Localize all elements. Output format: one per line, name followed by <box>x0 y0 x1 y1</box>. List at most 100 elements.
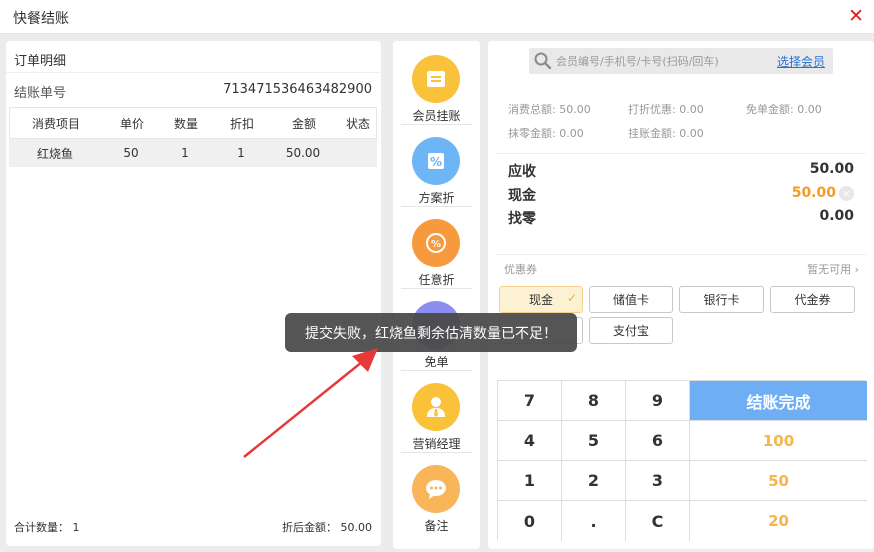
change-label: 找零 <box>508 211 536 227</box>
pay-method-label: 储值卡 <box>612 293 649 307</box>
column-header: 折扣 <box>229 116 254 131</box>
key-5[interactable]: 5 <box>562 421 626 461</box>
member-search: 选择会员 <box>529 48 833 74</box>
column-header: 状态 <box>345 116 370 131</box>
select-member-link[interactable]: 选择会员 <box>777 53 825 70</box>
stat-total: 消费总额: 50.00 <box>508 103 591 116</box>
divider <box>496 153 866 154</box>
keypad: 7 8 9 结账完成 4 5 6 100 1 2 3 50 0 . C 20 <box>497 380 867 541</box>
key-dot[interactable]: . <box>562 501 626 541</box>
stat-discount: 打折优惠: 0.00 <box>628 103 704 116</box>
error-toast: 提交失败，红烧鱼剩余估清数量已不足！ <box>285 313 577 352</box>
divider <box>401 288 472 289</box>
divider <box>6 72 381 73</box>
pay-cash-button[interactable]: 现金 ✓ <box>499 286 583 313</box>
pay-bank-card-button[interactable]: 银行卡 <box>679 286 764 313</box>
key-3[interactable]: 3 <box>626 461 690 501</box>
chevron-right-icon: › <box>854 263 859 276</box>
pay-voucher-button[interactable]: 代金券 <box>770 286 855 313</box>
row-qty: 1 <box>181 146 189 160</box>
key-clear[interactable]: C <box>626 501 690 541</box>
stat-rounding: 抹零金额: 0.00 <box>508 127 584 140</box>
cash-label: 现金 <box>508 188 536 204</box>
member-bill-button[interactable]: 会员挂账 <box>393 45 480 125</box>
row-item: 红烧鱼 <box>36 146 73 161</box>
table-header: 消费项目 单价 数量 折扣 金额 状态 <box>9 107 377 139</box>
payment-panel: 选择会员 消费总额: 50.00 打折优惠: 0.00 免单金额: 0.00 抹… <box>488 41 874 549</box>
key-6[interactable]: 6 <box>626 421 690 461</box>
pay-alipay-button[interactable]: 支付宝 <box>589 317 673 344</box>
pay-method-label: 现金 <box>528 293 553 307</box>
action-label: 营销经理 <box>412 437 461 451</box>
key-2[interactable]: 2 <box>562 461 626 501</box>
svg-text:%: % <box>431 239 441 250</box>
cash-value: 50.00 <box>791 185 836 201</box>
action-label: 任意折 <box>418 273 455 287</box>
action-label: 备注 <box>424 519 449 533</box>
divider <box>496 254 866 255</box>
check-icon: ✓ <box>566 291 577 305</box>
action-column: 会员挂账 % 方案折 % 任意折 免单 营销经理 备注 <box>393 41 480 549</box>
column-header: 消费项目 <box>31 116 80 131</box>
quick-amount-100[interactable]: 100 <box>690 421 867 461</box>
plan-discount-icon: % <box>412 137 460 185</box>
divider <box>401 370 472 371</box>
column-header: 数量 <box>173 116 198 131</box>
divider <box>401 452 472 453</box>
quick-amount-50[interactable]: 50 <box>690 461 867 501</box>
pay-method-label: 银行卡 <box>703 293 740 307</box>
key-4[interactable]: 4 <box>498 421 562 461</box>
action-label: 会员挂账 <box>412 109 461 123</box>
remark-icon <box>412 465 460 513</box>
member-search-input[interactable] <box>556 51 756 71</box>
row-status <box>335 139 379 167</box>
column-header: 金额 <box>291 116 316 131</box>
action-label: 免单 <box>424 355 449 369</box>
order-detail-panel: 订单明细 结账单号 713471536463482900 消费项目 单价 数量 … <box>6 41 381 546</box>
pay-method-label: 代金券 <box>794 293 831 307</box>
action-label: 方案折 <box>418 191 455 205</box>
divider <box>401 124 472 125</box>
row-amount: 50.00 <box>285 146 321 160</box>
title-bar: 快餐结账 ✕ <box>0 0 874 34</box>
member-bill-icon <box>412 55 460 103</box>
marketing-manager-icon <box>412 383 460 431</box>
close-icon[interactable]: ✕ <box>848 5 864 27</box>
key-0[interactable]: 0 <box>498 501 562 541</box>
coupon-available-link[interactable]: 暂无可用 › <box>807 261 859 277</box>
stat-credit: 挂账金额: 0.00 <box>628 127 704 140</box>
clear-cash-icon[interactable]: × <box>839 186 854 201</box>
coupon-label: 优惠券 <box>504 263 537 276</box>
any-discount-button[interactable]: % 任意折 <box>393 209 480 289</box>
marketing-manager-button[interactable]: 营销经理 <box>393 373 480 453</box>
quick-amount-20[interactable]: 20 <box>690 501 867 541</box>
key-9[interactable]: 9 <box>626 381 690 421</box>
key-1[interactable]: 1 <box>498 461 562 501</box>
key-8[interactable]: 8 <box>562 381 626 421</box>
plan-discount-button[interactable]: % 方案折 <box>393 127 480 207</box>
order-number-value: 713471536463482900 <box>223 82 372 97</box>
table-row[interactable]: 红烧鱼 50 1 1 50.00 <box>9 139 377 167</box>
remark-button[interactable]: 备注 <box>393 455 480 535</box>
order-section-title: 订单明细 <box>14 54 67 69</box>
change-value: 0.00 <box>819 208 854 224</box>
receivable-value: 50.00 <box>809 161 854 177</box>
row-price: 50 <box>123 146 139 160</box>
discounted-amount: 折后金额： 50.00 <box>282 521 372 534</box>
svg-text:%: % <box>430 155 442 169</box>
divider <box>401 206 472 207</box>
order-number-label: 结账单号 <box>14 86 67 101</box>
row-discount: 1 <box>237 146 245 160</box>
any-discount-icon: % <box>412 219 460 267</box>
window-title: 快餐结账 <box>13 11 69 27</box>
pay-stored-card-button[interactable]: 储值卡 <box>589 286 673 313</box>
coupon-none-text: 暂无可用 <box>807 263 852 276</box>
finish-checkout-button[interactable]: 结账完成 <box>690 381 867 421</box>
column-header: 单价 <box>119 116 144 131</box>
receivable-label: 应收 <box>508 164 536 180</box>
search-icon <box>533 51 553 75</box>
key-7[interactable]: 7 <box>498 381 562 421</box>
stat-free: 免单金额: 0.00 <box>746 103 822 116</box>
total-count: 合计数量： 1 <box>14 521 80 534</box>
pay-method-label: 支付宝 <box>612 324 649 338</box>
